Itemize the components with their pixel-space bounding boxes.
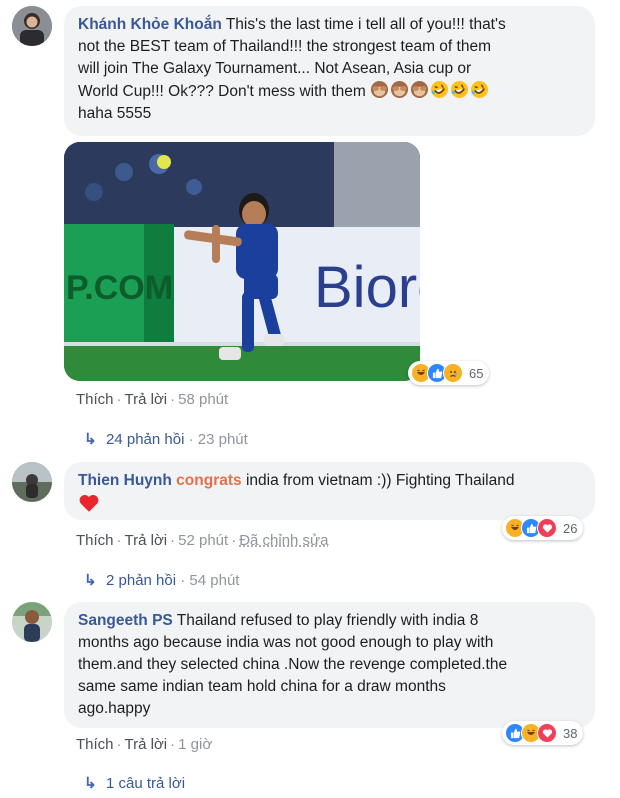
comment-bubble: Sangeeth PS Thailand refused to play fri…	[64, 602, 595, 728]
like-link[interactable]: Thích	[76, 736, 114, 753]
reaction-summary[interactable]: 65	[408, 361, 490, 385]
comment-text: india from vietnam :)) Fighting Thailand	[241, 472, 515, 489]
replies-separator: ·	[184, 431, 198, 448]
comment-text: ago.happy	[78, 700, 151, 717]
avatar[interactable]	[12, 462, 52, 502]
comment-author[interactable]: Thien Huynh	[78, 472, 172, 489]
comment-bubble: Thien Huynh congrats india from vietnam …	[64, 462, 595, 520]
view-replies[interactable]: ↳ 24 phản hồi · 23 phút	[84, 430, 248, 448]
reply-arrow-icon: ↳	[84, 431, 97, 448]
reply-link[interactable]: Trả lời	[125, 532, 168, 549]
comment-text: Thailand refused to play friendly with i…	[172, 612, 479, 629]
rolling-laughing-icon	[451, 80, 469, 99]
comment-actions: Thích · Trả lời · 52 phút · Đã chỉnh sửa	[76, 532, 329, 549]
comment-text: This's the last time i tell all of you!!…	[221, 16, 506, 33]
like-link[interactable]: Thích	[76, 391, 114, 408]
comment-timestamp[interactable]: 1 giờ	[178, 736, 212, 753]
reply-link[interactable]: Trả lời	[125, 736, 168, 753]
replies-separator: ·	[176, 572, 190, 589]
love-reaction-icon	[537, 518, 557, 538]
comment-actions: Thích · Trả lời · 58 phút	[76, 391, 229, 408]
sad-reaction-icon	[443, 363, 463, 383]
rolling-laughing-icon	[431, 80, 449, 99]
reaction-summary[interactable]: 26	[502, 516, 584, 540]
replies-count-link[interactable]: 1 câu trả lời	[106, 775, 185, 792]
comment-bubble: Khánh Khỏe Khoắn This's the last time i …	[64, 6, 595, 136]
see-no-evil-monkey-icon	[391, 80, 409, 99]
comment-text: will join The Galaxy Tournament... Not A…	[78, 60, 472, 77]
tagged-word[interactable]: congrats	[176, 472, 241, 489]
emoji-row	[370, 80, 490, 100]
see-no-evil-monkey-icon	[411, 80, 429, 99]
comment-text: them.and they selected china .Now the re…	[78, 656, 508, 673]
photo-board-text: Bioré	[314, 255, 420, 320]
comment-timestamp[interactable]: 52 phút	[178, 532, 228, 549]
comment-text: same same indian team hold china for a d…	[78, 678, 446, 695]
comment-text: months ago because india was not good en…	[78, 634, 494, 651]
comment-text: World Cup!!! Ok??? Don't mess with them	[78, 83, 366, 100]
reaction-count: 65	[469, 365, 484, 381]
see-no-evil-monkey-icon	[371, 80, 389, 99]
avatar[interactable]	[12, 6, 52, 46]
view-replies[interactable]: ↳ 1 câu trả lời	[84, 774, 185, 792]
like-link[interactable]: Thích	[76, 532, 114, 549]
avatar[interactable]	[12, 602, 52, 642]
edited-label[interactable]: Đã chỉnh sửa	[239, 532, 328, 549]
replies-count-link[interactable]: 2 phản hồi	[106, 572, 176, 589]
love-reaction-icon	[537, 723, 557, 743]
replies-count-link[interactable]: 24 phản hồi	[106, 431, 184, 448]
reaction-count: 26	[563, 520, 578, 536]
comment-timestamp[interactable]: 58 phút	[178, 391, 228, 408]
red-heart-icon	[79, 494, 99, 512]
rolling-laughing-icon	[471, 80, 489, 99]
comment-author[interactable]: Sangeeth PS	[78, 612, 173, 629]
reply-arrow-icon: ↳	[84, 572, 97, 589]
reply-arrow-icon: ↳	[84, 775, 97, 792]
replies-timestamp: 23 phút	[197, 431, 248, 448]
reaction-count: 38	[563, 725, 578, 741]
comment-text: not the BEST team of Thailand!!! the str…	[78, 38, 491, 55]
comment-author[interactable]: Khánh Khỏe Khoắn	[78, 16, 222, 33]
reply-link[interactable]: Trả lời	[125, 391, 168, 408]
replies-timestamp: 54 phút	[189, 572, 240, 589]
photo-board-text: P.COM	[66, 269, 173, 307]
comment-actions: Thích · Trả lời · 1 giờ	[76, 736, 213, 753]
comment-text: haha 5555	[78, 105, 152, 122]
view-replies[interactable]: ↳ 2 phản hồi · 54 phút	[84, 571, 239, 589]
reaction-summary[interactable]: 38	[502, 721, 584, 745]
comment-photo[interactable]: P.COM Bioré	[64, 142, 420, 381]
